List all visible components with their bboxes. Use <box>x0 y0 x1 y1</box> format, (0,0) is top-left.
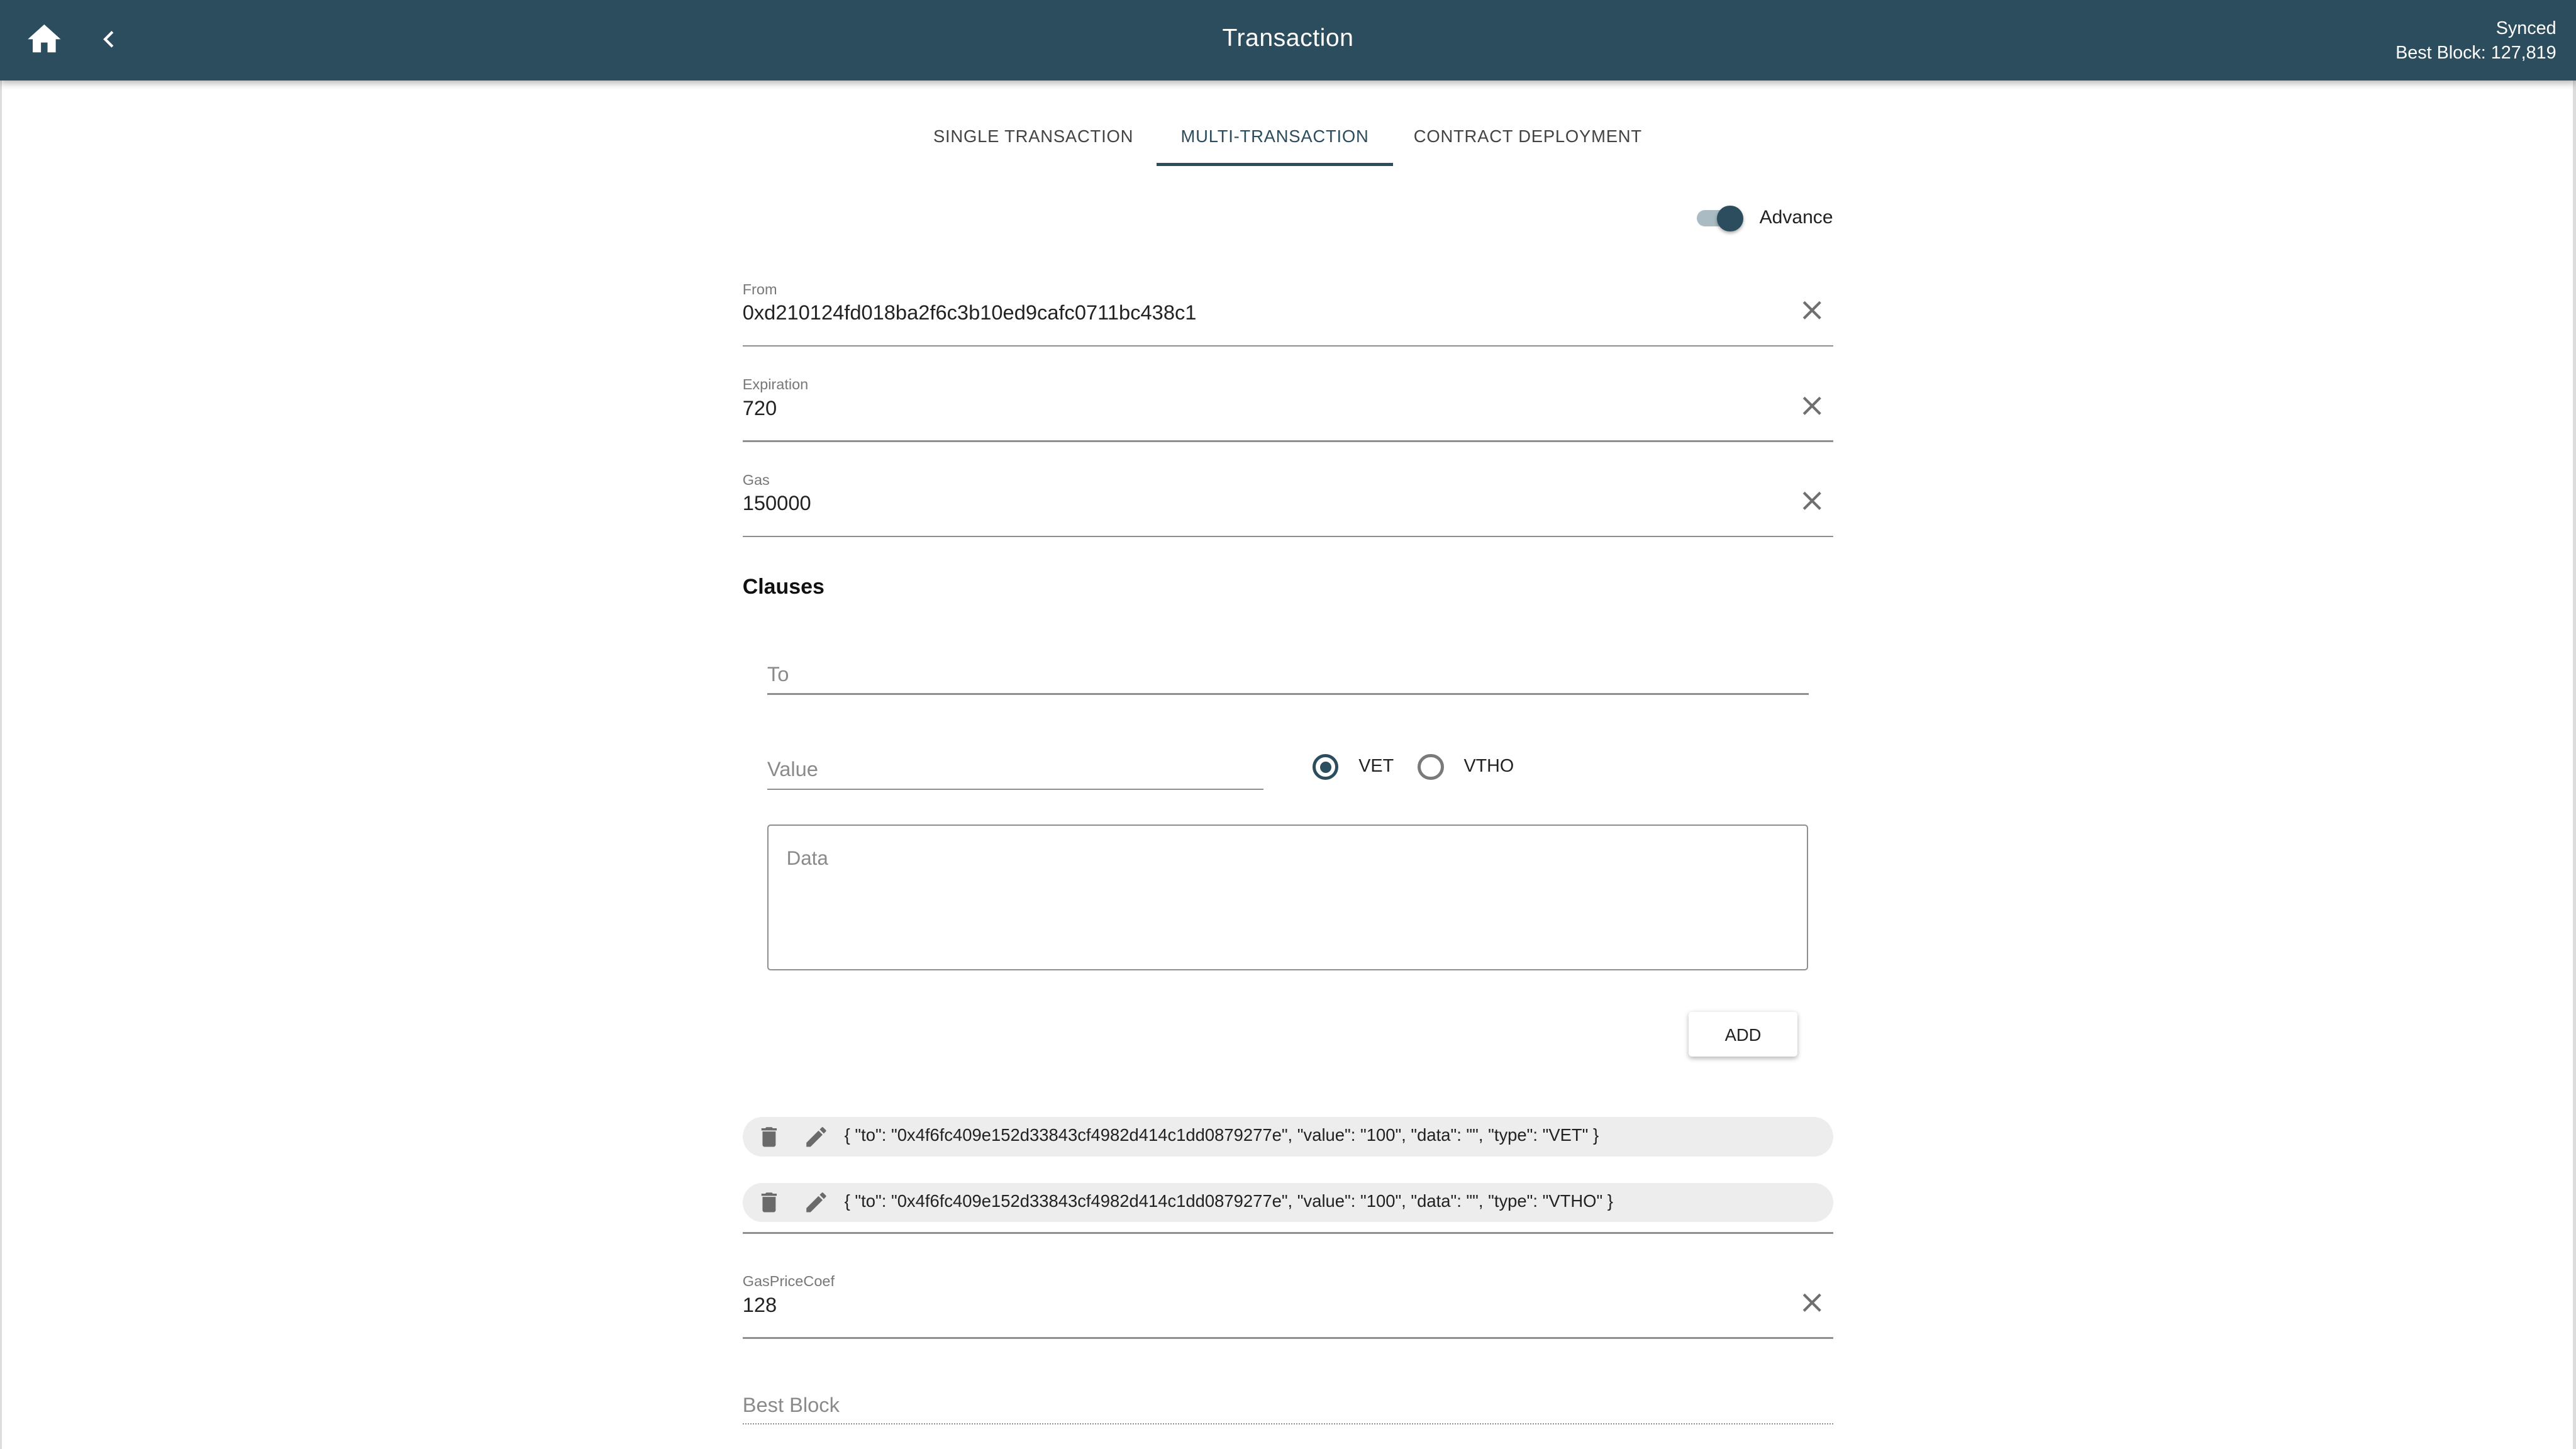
tab-multi-transaction[interactable]: Multi-Transaction <box>1156 105 1394 166</box>
clause-json: { "to": "0x4f6fc409e152d33843cf4982d414c… <box>844 1191 1613 1211</box>
radio-vet-label: VET <box>1358 755 1394 776</box>
advance-toggle[interactable] <box>1697 204 1743 233</box>
advance-toggle-label: Advance <box>1759 207 1833 228</box>
gas-price-coef-label: GasPriceCoef <box>742 1273 835 1290</box>
best-block-placeholder: Best Block <box>742 1393 840 1417</box>
value-input[interactable]: Value <box>767 751 1263 791</box>
close-icon <box>1802 492 1821 511</box>
expiration-input[interactable]: 720 <box>743 396 777 420</box>
expiration-label: Expiration <box>742 376 809 393</box>
radio-unchecked-icon <box>1418 753 1444 780</box>
field-underline-dotted <box>742 1423 1834 1424</box>
scrollbar-track[interactable] <box>2572 80 2576 1449</box>
frame-edge-left <box>0 80 2 1449</box>
data-textarea[interactable]: Data <box>767 824 1808 970</box>
field-underline <box>767 788 1263 791</box>
close-icon <box>1802 1293 1821 1312</box>
from-label: From <box>742 280 777 297</box>
field-underline <box>742 1337 1834 1339</box>
edit-clause-button[interactable] <box>803 1189 830 1216</box>
edit-clause-button[interactable] <box>803 1124 830 1150</box>
field-underline <box>767 693 1809 695</box>
to-input[interactable]: To <box>767 655 1809 695</box>
sync-status-text: Synced <box>2496 18 2557 39</box>
gas-price-coef-input[interactable]: 128 <box>743 1293 777 1317</box>
expiration-field[interactable]: Expiration 720 <box>742 376 1834 442</box>
clear-expiration-button[interactable] <box>1801 394 1824 418</box>
clauses-underline <box>742 1232 1834 1234</box>
radio-checked-icon <box>1313 753 1339 780</box>
from-field[interactable]: From 0xd210124fd018ba2f6c3b10ed9cafc0711… <box>742 280 1834 347</box>
best-block-readout: Best Block: 127,819 <box>2396 43 2557 64</box>
data-placeholder: Data <box>786 847 828 870</box>
clause-chip: { "to": "0x4f6fc409e152d33843cf4982d414c… <box>742 1117 1834 1157</box>
delete-clause-button[interactable] <box>756 1189 782 1216</box>
pencil-icon <box>806 1126 826 1147</box>
close-icon <box>1802 301 1821 320</box>
from-input[interactable]: 0xd210124fd018ba2f6c3b10ed9cafc0711bc438… <box>743 301 1197 325</box>
clear-gas-button[interactable] <box>1801 489 1824 513</box>
transaction-tabs: Single Transaction Multi-Transaction Con… <box>0 105 2576 166</box>
clause-json: { "to": "0x4f6fc409e152d33843cf4982d414c… <box>844 1125 1599 1145</box>
field-underline <box>742 440 1834 442</box>
gas-label: Gas <box>742 471 770 488</box>
best-block-input[interactable]: Best Block <box>742 1388 1834 1424</box>
gas-price-coef-field[interactable]: GasPriceCoef 128 <box>742 1273 1834 1339</box>
trash-icon <box>761 1126 777 1147</box>
to-placeholder: To <box>767 662 789 686</box>
app-root: Transaction Synced Best Block: 127,819 S… <box>0 0 2576 1449</box>
gas-input[interactable]: 150000 <box>743 491 811 515</box>
toggle-thumb <box>1716 205 1743 232</box>
clear-from-button[interactable] <box>1801 299 1824 322</box>
clause-chip: { "to": "0x4f6fc409e152d33843cf4982d414c… <box>742 1182 1834 1223</box>
field-underline <box>742 345 1834 347</box>
delete-clause-button[interactable] <box>756 1124 782 1150</box>
pencil-icon <box>806 1192 826 1213</box>
value-placeholder: Value <box>767 757 818 781</box>
app-header: Transaction Synced Best Block: 127,819 <box>0 0 2576 80</box>
clear-gas-price-coef-button[interactable] <box>1801 1291 1824 1314</box>
page-title: Transaction <box>1222 25 1354 52</box>
tab-contract-deployment[interactable]: Contract Deployment <box>1406 105 1650 166</box>
radio-vtho-label: VTHO <box>1463 755 1514 776</box>
clauses-heading: Clauses <box>742 575 824 599</box>
sync-status: Synced Best Block: 127,819 <box>2396 16 2556 65</box>
field-underline <box>742 535 1834 538</box>
tab-single-transaction[interactable]: Single Transaction <box>926 105 1140 166</box>
close-icon <box>1802 396 1821 415</box>
add-clause-button[interactable]: ADD <box>1689 1012 1797 1057</box>
gas-field[interactable]: Gas 150000 <box>742 471 1834 538</box>
trash-icon <box>761 1192 777 1213</box>
